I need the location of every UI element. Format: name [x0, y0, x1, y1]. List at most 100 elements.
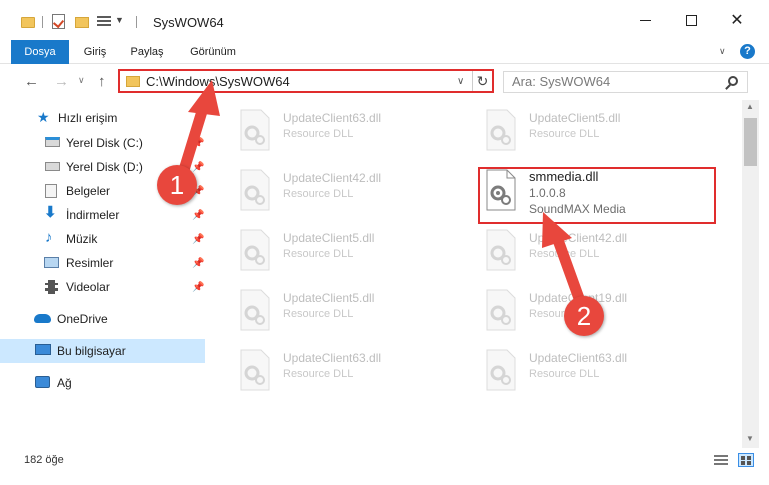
window-title: SysWOW64	[153, 15, 224, 30]
file-tile[interactable]: UpdateClient42.dll Resource DLL	[477, 225, 712, 275]
up-arrow-icon[interactable]: ↑	[98, 73, 106, 90]
details-view-icon[interactable]	[714, 455, 728, 467]
dll-file-icon	[237, 109, 271, 151]
sidebar-item-onedrive[interactable]: OneDrive	[0, 307, 205, 331]
address-history-chevron-icon[interactable]: ∨	[457, 76, 464, 87]
computer-icon	[35, 344, 51, 355]
sidebar-item-label: Belgeler	[66, 184, 111, 198]
sidebar-item-quick-access[interactable]: ★ Hızlı erişim	[0, 106, 205, 130]
search-box[interactable]	[503, 71, 748, 93]
file-name: UpdateClient42.dll	[529, 231, 628, 245]
search-icon[interactable]	[728, 76, 738, 86]
close-button[interactable]: ✕	[714, 0, 760, 40]
file-description: Resource DLL	[283, 308, 354, 320]
pin-icon[interactable]: 📌	[192, 282, 204, 293]
view-icon[interactable]	[97, 16, 111, 28]
file-name: UpdateClient63.dll	[283, 111, 382, 125]
pin-icon[interactable]: 📌	[192, 234, 204, 245]
file-description: Resource DLL	[529, 248, 600, 260]
file-tile[interactable]: UpdateClient5.dll Resource DLL	[231, 285, 466, 335]
tab-share[interactable]: Paylaş	[126, 40, 168, 64]
sidebar-item-network[interactable]: Ağ	[0, 371, 205, 395]
customize-toolbar-chevron-icon[interactable]: ▼	[115, 15, 124, 31]
sidebar-item-label: Müzik	[66, 232, 98, 246]
search-input[interactable]	[512, 74, 722, 89]
file-tile[interactable]: UpdateClient42.dll Resource DLL	[231, 165, 466, 215]
file-list: UpdateClient63.dll Resource DLL UpdateCl…	[207, 100, 742, 448]
toolbar-divider	[42, 16, 43, 28]
ribbon-expand-chevron-icon[interactable]: ∨	[719, 46, 726, 57]
back-arrow-icon[interactable]: ←	[24, 73, 39, 90]
tab-view[interactable]: Görünüm	[184, 40, 242, 64]
star-icon: ★	[37, 109, 50, 125]
navigation-pane: ★ Hızlı erişim Yerel Disk (C:) 📌 Yerel D…	[0, 100, 207, 448]
toolbar-divider	[136, 16, 137, 28]
file-tile[interactable]: UpdateClient63.dll Resource DLL	[477, 345, 712, 395]
drive-icon	[45, 137, 60, 147]
item-count: 182 öğe	[24, 454, 64, 466]
new-folder-icon[interactable]	[75, 17, 89, 28]
dll-file-icon	[483, 229, 517, 271]
file-tile[interactable]: UpdateClient63.dll Resource DLL	[231, 105, 466, 155]
scrollbar-thumb[interactable]	[744, 118, 757, 166]
pin-icon[interactable]: 📌	[192, 162, 204, 173]
file-tile[interactable]: UpdateClient63.dll Resource DLL	[231, 345, 466, 395]
file-description: Resource DLL	[283, 248, 354, 260]
status-bar: 182 öğe	[0, 448, 769, 485]
sidebar-item-label: Hızlı erişim	[58, 111, 118, 125]
sidebar-item-label: Bu bilgisayar	[57, 344, 126, 358]
refresh-icon[interactable]: ↻	[472, 71, 492, 91]
pin-icon[interactable]: 📌	[192, 138, 204, 149]
dll-file-icon	[237, 229, 271, 271]
vertical-scrollbar[interactable]: ▲ ▼	[742, 100, 759, 448]
pin-icon[interactable]: 📌	[192, 210, 204, 221]
address-bar[interactable]: C:\Windows\SysWOW64 ∨ ↻	[118, 69, 494, 93]
dll-file-icon	[237, 169, 271, 211]
sidebar-item-pictures[interactable]: Resimler 📌	[0, 251, 205, 275]
sidebar-item-local-disk-c[interactable]: Yerel Disk (C:) 📌	[0, 131, 205, 155]
download-icon: ⬇	[44, 204, 57, 221]
sidebar-item-label: Yerel Disk (D:)	[66, 160, 143, 174]
file-description: Resource DLL	[529, 128, 600, 140]
sidebar-item-downloads[interactable]: ⬇ İndirmeler 📌	[0, 203, 205, 227]
tab-file[interactable]: Dosya	[11, 40, 69, 64]
folder-icon	[126, 76, 140, 87]
sidebar-item-music[interactable]: ♪ Müzik 📌	[0, 227, 205, 251]
maximize-button[interactable]	[668, 0, 714, 40]
file-description: Resource DLL	[283, 188, 354, 200]
properties-icon[interactable]	[52, 14, 65, 29]
sidebar-item-label: İndirmeler	[66, 208, 120, 222]
dll-file-icon	[483, 109, 517, 151]
title-bar: ▼ SysWOW64 ✕	[0, 0, 769, 40]
recent-locations-chevron-icon[interactable]: ∨	[78, 75, 85, 86]
file-description: Resource DLL	[529, 368, 600, 380]
file-tile[interactable]: UpdateClient5.dll Resource DLL	[477, 105, 712, 155]
drive-icon	[45, 162, 60, 171]
dll-file-icon	[483, 289, 517, 331]
help-icon[interactable]: ?	[740, 44, 755, 59]
tab-home[interactable]: Giriş	[78, 40, 112, 64]
dll-file-icon	[237, 349, 271, 391]
ribbon-tabs: Dosya Giriş Paylaş Görünüm ∨ ?	[0, 40, 769, 64]
folder-icon[interactable]	[21, 17, 35, 28]
large-icons-view-icon[interactable]	[738, 453, 754, 467]
scroll-down-icon[interactable]: ▼	[746, 434, 754, 443]
address-path[interactable]: C:\Windows\SysWOW64	[146, 74, 290, 89]
file-name: UpdateClient5.dll	[529, 111, 621, 125]
sidebar-item-label: Yerel Disk (C:)	[66, 136, 143, 150]
scroll-up-icon[interactable]: ▲	[746, 102, 754, 111]
step-2-badge: 2	[564, 296, 604, 336]
cloud-icon	[34, 314, 51, 323]
music-icon: ♪	[45, 229, 53, 246]
sidebar-item-label: Videolar	[66, 280, 110, 294]
sidebar-item-this-pc[interactable]: Bu bilgisayar	[0, 339, 205, 363]
minimize-button[interactable]	[622, 0, 668, 40]
sidebar-item-videos[interactable]: Videolar 📌	[0, 275, 205, 299]
file-description: Resource DLL	[283, 128, 354, 140]
sidebar-item-label: Resimler	[66, 256, 114, 270]
sidebar-item-label: Ağ	[57, 376, 72, 390]
file-tile[interactable]: UpdateClient5.dll Resource DLL	[231, 225, 466, 275]
step-1-badge: 1	[157, 165, 197, 205]
forward-arrow-icon[interactable]: →	[54, 73, 69, 90]
pin-icon[interactable]: 📌	[192, 258, 204, 269]
